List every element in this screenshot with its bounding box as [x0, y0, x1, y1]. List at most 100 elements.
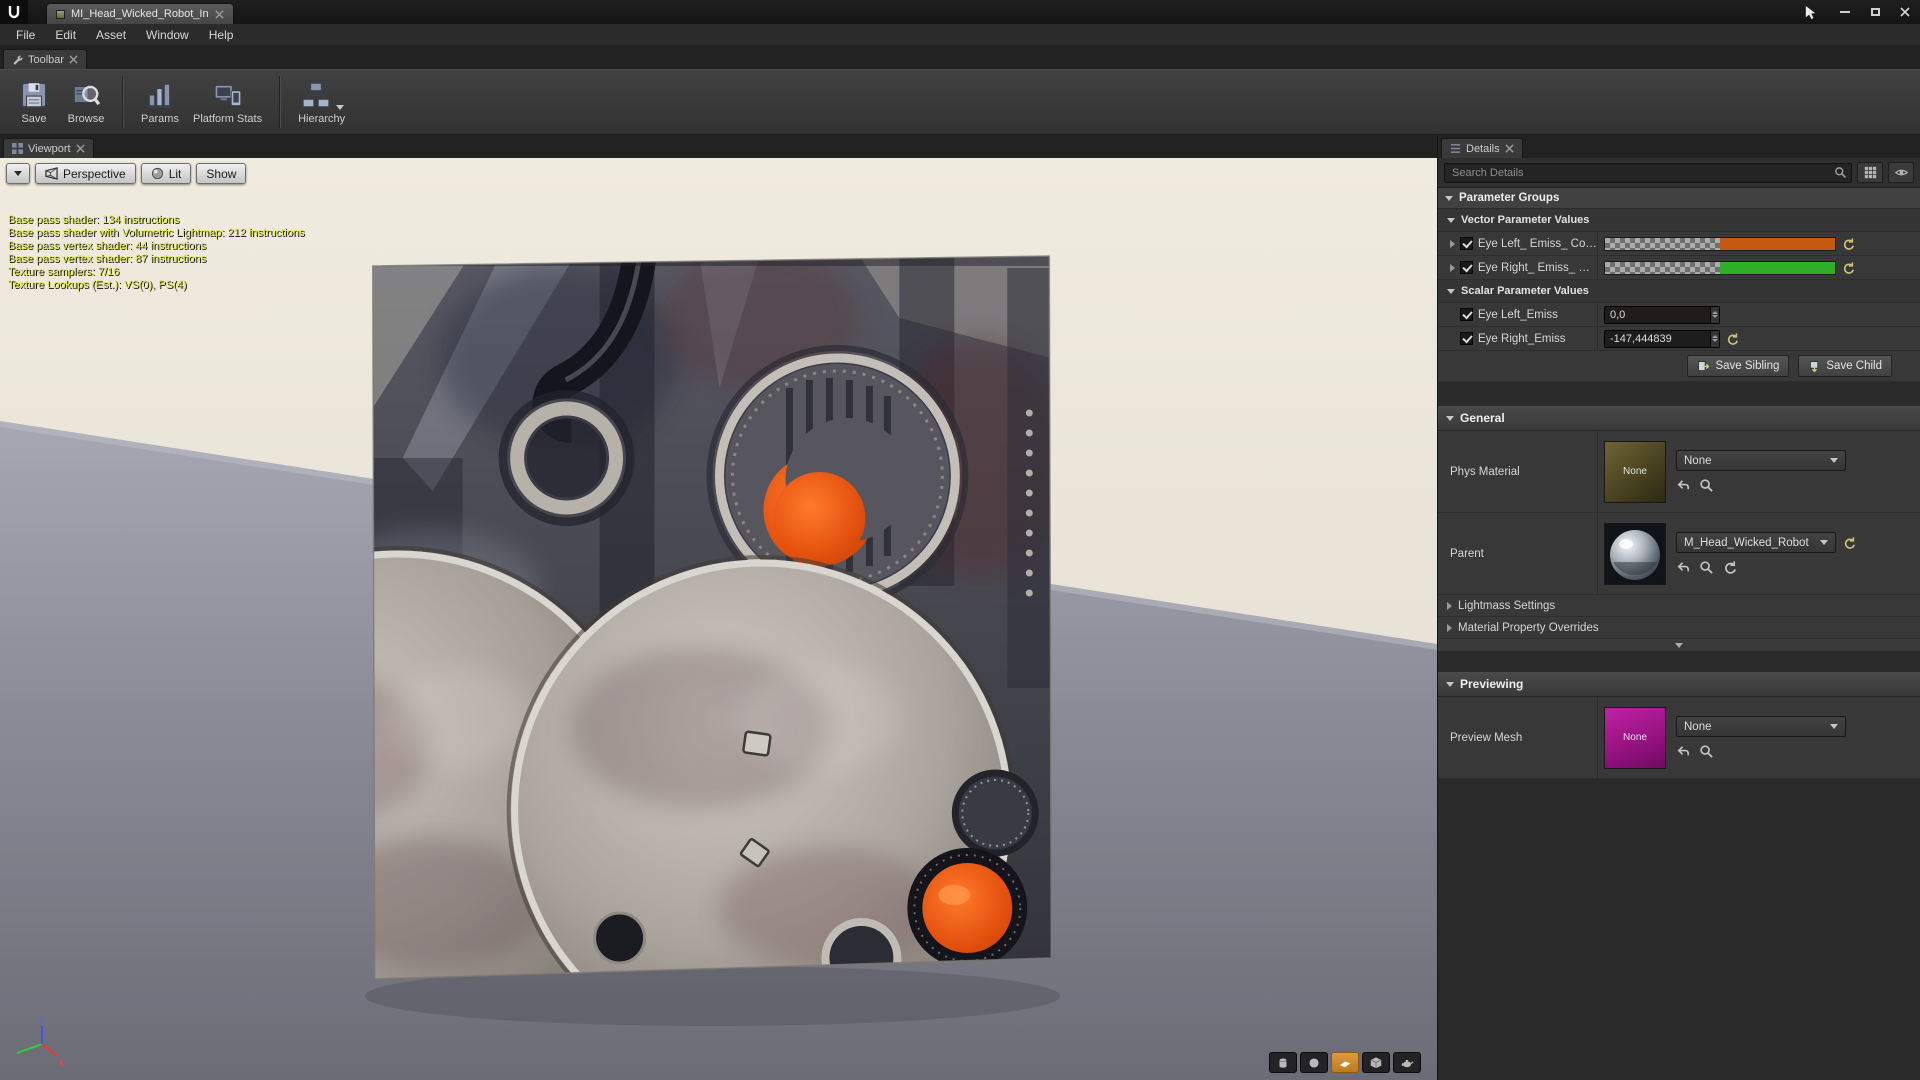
tab-toolbar[interactable]: Toolbar [3, 49, 87, 69]
scalar-value-spinbox[interactable]: 0,0 [1604, 306, 1720, 324]
parent-dropdown[interactable]: M_Head_Wicked_Robot [1676, 532, 1836, 553]
hierarchy-icon [300, 80, 332, 110]
color-swatch[interactable] [1604, 237, 1836, 251]
hierarchy-dropdown-caret-icon[interactable] [336, 105, 344, 110]
viewport-tab-close-icon[interactable] [76, 144, 85, 153]
tab-close-icon[interactable] [215, 10, 224, 19]
param-label: Eye Left_ Emiss_ Color [1478, 238, 1597, 250]
preview-shape-teapot-button[interactable] [1393, 1052, 1421, 1073]
chevron-down-icon [1447, 289, 1455, 294]
reset-to-default-icon[interactable] [1841, 261, 1855, 275]
viewport-tab-strip: Viewport [0, 135, 1437, 158]
viewport-tab-label: Viewport [28, 143, 71, 155]
toolbar-tab-close-icon[interactable] [69, 55, 78, 64]
chevron-down-icon [1675, 643, 1683, 648]
menu-asset[interactable]: Asset [86, 26, 136, 44]
previewing-category-header[interactable]: Previewing [1438, 672, 1920, 697]
param-override-checkbox[interactable] [1460, 261, 1473, 274]
material-preview-scene[interactable] [0, 158, 1437, 1080]
menu-window[interactable]: Window [136, 26, 199, 44]
spinner-knob[interactable] [1710, 307, 1719, 323]
reset-to-default-icon[interactable] [1842, 536, 1856, 550]
scalar-param-row-eye-right: Eye Right_Emiss -147,444839 [1438, 327, 1920, 351]
lit-button[interactable]: Lit [141, 163, 192, 184]
display-filter-button[interactable] [1857, 162, 1883, 183]
view-options-button[interactable] [1888, 162, 1914, 183]
advanced-expander[interactable] [1438, 639, 1920, 652]
menu-help[interactable]: Help [199, 26, 244, 44]
stat-line: Base pass vertex shader: 44 instructions [8, 240, 305, 253]
copy-reference-icon[interactable] [1722, 560, 1737, 575]
tab-details[interactable]: Details [1441, 138, 1523, 158]
param-override-checkbox[interactable] [1460, 237, 1473, 250]
panel-gap [1438, 382, 1920, 406]
lightmass-settings-row[interactable]: Lightmass Settings [1438, 595, 1920, 617]
viewport-toolbar: Perspective Lit Show [6, 163, 246, 184]
save-child-button[interactable]: Save Child [1798, 355, 1892, 377]
browse-button[interactable]: Browse [60, 72, 112, 132]
parent-thumbnail[interactable] [1604, 523, 1666, 585]
preview-shape-buttons [1269, 1052, 1421, 1073]
general-category-header[interactable]: General [1438, 406, 1920, 431]
menu-edit[interactable]: Edit [45, 26, 86, 44]
param-override-checkbox[interactable] [1460, 308, 1473, 321]
preview-shape-cube-button[interactable] [1362, 1052, 1390, 1073]
scalar-section-label: Scalar Parameter Values [1461, 285, 1589, 297]
hierarchy-button[interactable]: Hierarchy [291, 72, 352, 132]
tab-viewport[interactable]: Viewport [3, 138, 94, 158]
preview-mesh-value: None [1684, 721, 1712, 733]
use-selected-asset-icon[interactable] [1676, 478, 1691, 493]
browse-button-label: Browse [68, 113, 105, 125]
browse-to-asset-icon[interactable] [1699, 478, 1714, 493]
details-tab-label: Details [1466, 143, 1500, 155]
cylinder-icon [1276, 1056, 1290, 1070]
perspective-button[interactable]: Perspective [35, 163, 136, 184]
parameter-groups-header[interactable]: Parameter Groups [1438, 188, 1920, 209]
vector-parameter-values-header[interactable]: Vector Parameter Values [1438, 209, 1920, 232]
menu-file[interactable]: File [6, 26, 45, 44]
scalar-parameter-values-header[interactable]: Scalar Parameter Values [1438, 280, 1920, 303]
browse-to-asset-icon[interactable] [1699, 744, 1714, 759]
preview-shape-sphere-button[interactable] [1300, 1052, 1328, 1073]
minimize-button[interactable] [1830, 0, 1860, 24]
expander-icon[interactable] [1450, 240, 1455, 248]
material-property-overrides-row[interactable]: Material Property Overrides [1438, 617, 1920, 639]
toolbar-tab-strip: Toolbar [0, 46, 1920, 69]
save-child-label: Save Child [1826, 360, 1882, 372]
document-tab[interactable]: MI_Head_Wicked_Robot_In [46, 3, 234, 24]
show-label: Show [206, 167, 236, 181]
maximize-button[interactable] [1860, 0, 1890, 24]
viewport-body[interactable]: Perspective Lit Show Base pass shader: 1… [0, 158, 1437, 1080]
browse-to-asset-icon[interactable] [1699, 560, 1714, 575]
use-selected-asset-icon[interactable] [1676, 560, 1691, 575]
show-button[interactable]: Show [196, 163, 246, 184]
preview-mesh-row: Preview Mesh None None [1438, 697, 1920, 779]
sphere-icon [1307, 1056, 1321, 1070]
details-tab-close-icon[interactable] [1505, 144, 1514, 153]
save-sibling-button[interactable]: Save Sibling [1687, 355, 1789, 377]
scalar-value-spinbox[interactable]: -147,444839 [1604, 330, 1720, 348]
use-selected-asset-icon[interactable] [1676, 744, 1691, 759]
platform-stats-button[interactable]: Platform Stats [186, 72, 269, 132]
viewport-options-button[interactable] [6, 163, 30, 184]
reset-to-default-icon[interactable] [1725, 332, 1739, 346]
param-override-checkbox[interactable] [1460, 332, 1473, 345]
params-icon [144, 80, 176, 110]
close-button[interactable] [1890, 0, 1920, 24]
preview-shape-plane-button[interactable] [1331, 1052, 1359, 1073]
reset-to-default-icon[interactable] [1841, 237, 1855, 251]
details-tab-strip: Details [1438, 135, 1920, 158]
preview-shape-cylinder-button[interactable] [1269, 1052, 1297, 1073]
save-button[interactable]: Save [8, 72, 60, 132]
phys-material-dropdown[interactable]: None [1676, 450, 1846, 471]
color-swatch[interactable] [1604, 261, 1836, 275]
spinner-knob[interactable] [1710, 331, 1719, 347]
phys-material-value: None [1684, 455, 1712, 467]
preview-mesh-dropdown[interactable]: None [1676, 716, 1846, 737]
phys-material-thumbnail[interactable]: None [1604, 441, 1666, 503]
preview-mesh-thumbnail[interactable]: None [1604, 707, 1666, 769]
search-details-input[interactable] [1444, 163, 1852, 183]
params-button[interactable]: Params [134, 72, 186, 132]
expander-icon[interactable] [1450, 264, 1455, 272]
phys-material-label: Phys Material [1450, 466, 1520, 478]
